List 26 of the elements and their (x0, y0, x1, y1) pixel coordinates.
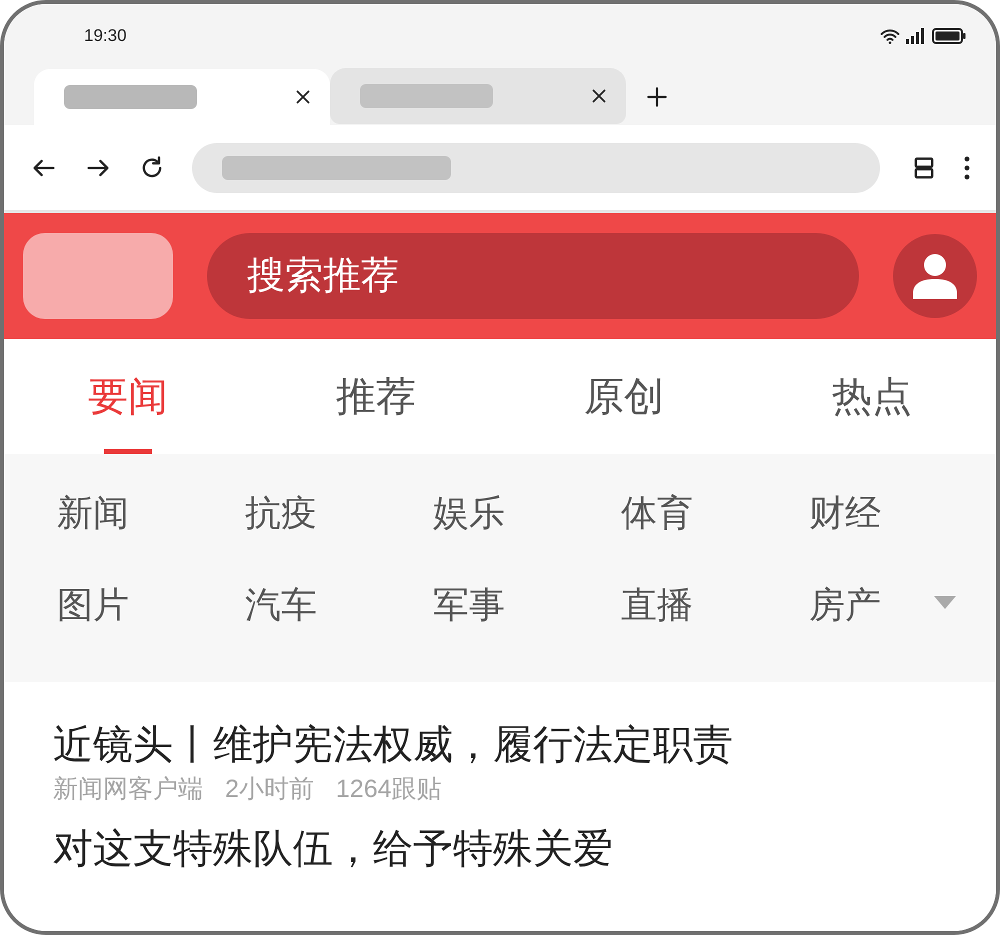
more-menu-icon[interactable] (964, 156, 970, 180)
category-link[interactable]: 房产 (809, 582, 996, 628)
wifi-icon (880, 28, 900, 44)
channel-tab[interactable]: 原创 (500, 339, 748, 454)
category-link[interactable]: 娱乐 (433, 490, 621, 536)
signal-icon (906, 28, 926, 44)
news-title[interactable]: 对这支特殊队伍，给予特殊关爱 (53, 824, 996, 874)
battery-icon (932, 28, 966, 44)
channel-tab[interactable]: 要闻 (4, 339, 252, 454)
channel-tab[interactable]: 推荐 (252, 339, 500, 454)
category-link[interactable]: 抗疫 (245, 490, 433, 536)
category-link[interactable]: 汽车 (245, 582, 433, 628)
category-link[interactable]: 直播 (621, 582, 809, 628)
user-icon (913, 253, 957, 299)
status-time: 19:30 (84, 25, 127, 48)
category-link[interactable]: 军事 (433, 582, 621, 628)
search-field[interactable]: 搜索推荐 (207, 233, 859, 319)
category-link[interactable]: 图片 (57, 582, 245, 628)
category-link[interactable]: 新闻 (57, 490, 245, 536)
comment-count: 1264跟贴 (336, 774, 442, 805)
news-title[interactable]: 近镜头丨维护宪法权威，履行法定职责 (53, 720, 996, 770)
news-source: 新闻网客户端 (53, 774, 203, 805)
category-link[interactable]: 体育 (621, 490, 809, 536)
channel-tab[interactable]: 热点 (748, 339, 996, 454)
news-time: 2小时前 (225, 774, 314, 805)
category-link[interactable]: 财经 (809, 490, 996, 536)
